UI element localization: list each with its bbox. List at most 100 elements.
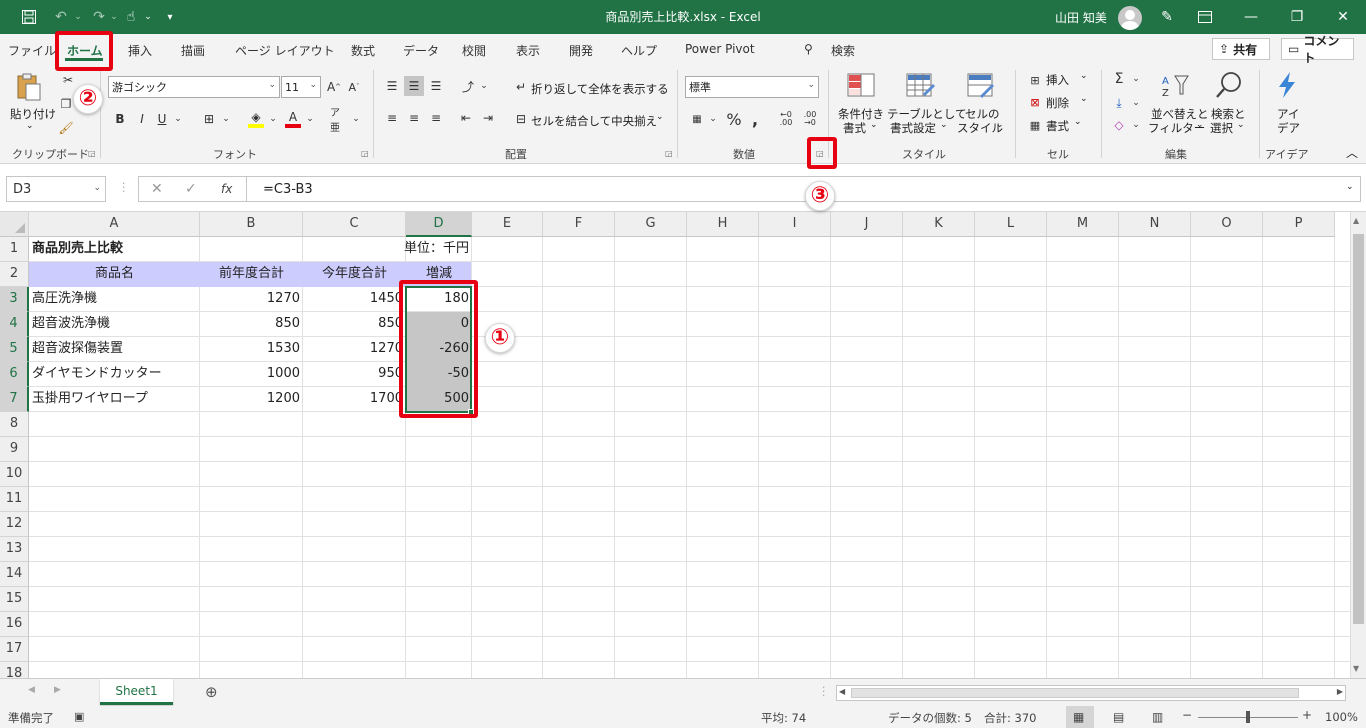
underline-dropdown-icon[interactable]: ⌄ bbox=[172, 110, 184, 128]
column-header-m[interactable]: M bbox=[1047, 212, 1119, 237]
delete-cells-icon[interactable]: ⊠ bbox=[1026, 94, 1044, 110]
close-icon[interactable]: ✕ bbox=[1320, 0, 1366, 34]
column-header-h[interactable]: H bbox=[687, 212, 759, 237]
cell-c3[interactable]: 1450 bbox=[303, 287, 406, 312]
cell-a6[interactable]: ダイヤモンドカッター bbox=[29, 362, 200, 387]
zoom-out-icon[interactable]: − bbox=[1182, 708, 1192, 722]
column-header-d[interactable]: D bbox=[406, 212, 472, 237]
font-color-icon[interactable]: A bbox=[283, 108, 303, 130]
cell-a3[interactable]: 高圧洗浄機 bbox=[29, 287, 200, 312]
insert-function-icon[interactable]: fx bbox=[221, 182, 232, 196]
italic-icon[interactable]: I bbox=[134, 110, 150, 128]
align-top-icon[interactable]: ☰ bbox=[382, 76, 402, 96]
pen-icon[interactable]: ✎ bbox=[1156, 6, 1178, 28]
tab-file[interactable]: ファイル bbox=[8, 42, 56, 59]
format-as-table-dropdown-icon[interactable]: ⌄ bbox=[940, 120, 948, 130]
column-header-o[interactable]: O bbox=[1191, 212, 1263, 237]
conditional-formatting-icon[interactable] bbox=[846, 72, 876, 100]
cell-b3[interactable]: 1270 bbox=[200, 287, 303, 312]
conditional-formatting-label-2[interactable]: 書式 bbox=[843, 120, 866, 136]
column-header-g[interactable]: G bbox=[615, 212, 687, 237]
row-header-13[interactable]: 13 bbox=[0, 537, 29, 562]
tab-help[interactable]: ヘルプ bbox=[621, 42, 657, 59]
tab-view[interactable]: 表示 bbox=[516, 42, 540, 59]
format-as-table-label-2[interactable]: 書式設定 bbox=[890, 120, 936, 136]
tab-insert[interactable]: 挿入 bbox=[128, 42, 152, 59]
column-header-f[interactable]: F bbox=[543, 212, 615, 237]
format-painter-icon[interactable]: 🖌 bbox=[58, 120, 74, 136]
fill-dropdown-icon[interactable]: ⌄ bbox=[1130, 94, 1142, 112]
borders-icon[interactable]: ⊞ bbox=[200, 110, 218, 128]
align-middle-icon[interactable]: ☰ bbox=[404, 76, 424, 96]
minimize-icon[interactable]: — bbox=[1228, 0, 1274, 34]
cell-c5[interactable]: 1270 bbox=[303, 337, 406, 362]
font-shrink-icon[interactable]: Aˇ bbox=[346, 78, 362, 96]
font-name-dropdown[interactable]: 游ゴシック ⌄ bbox=[108, 76, 280, 98]
row-header-17[interactable]: 17 bbox=[0, 637, 29, 662]
row-header-16[interactable]: 16 bbox=[0, 612, 29, 637]
next-sheet-icon[interactable]: ▶ bbox=[54, 685, 61, 695]
cell-b2[interactable]: 前年度合計 bbox=[200, 262, 303, 287]
tab-data[interactable]: データ bbox=[403, 42, 439, 59]
align-left-icon[interactable]: ≡ bbox=[382, 108, 402, 128]
tab-power-pivot[interactable]: Power Pivot bbox=[685, 42, 755, 56]
phonetic-icon[interactable]: ア亜 bbox=[330, 108, 348, 134]
delete-dropdown-icon[interactable]: ⌄ bbox=[1080, 94, 1088, 104]
cell-styles-dropdown-icon[interactable]: ⌄ bbox=[996, 120, 1004, 130]
row-header-11[interactable]: 11 bbox=[0, 487, 29, 512]
font-grow-icon[interactable]: A ^ bbox=[326, 78, 342, 96]
paste-label[interactable]: 貼り付け bbox=[10, 106, 56, 122]
column-header-l[interactable]: L bbox=[975, 212, 1047, 237]
underline-icon[interactable]: U bbox=[154, 110, 170, 128]
cell-c7[interactable]: 1700 bbox=[303, 387, 406, 412]
macro-record-icon[interactable]: ▣ bbox=[74, 710, 84, 723]
fill-dropdown-icon[interactable]: ⌄ bbox=[267, 110, 279, 128]
cell-a7[interactable]: 玉掛用ワイヤロープ bbox=[29, 387, 200, 412]
merge-center-button[interactable]: セルを結合して中央揃え bbox=[531, 113, 657, 129]
row-header-14[interactable]: 14 bbox=[0, 562, 29, 587]
sheet-tab-sheet1[interactable]: Sheet1 bbox=[100, 679, 173, 705]
format-as-table-icon[interactable] bbox=[905, 72, 935, 100]
cell-c4[interactable]: 850 bbox=[303, 312, 406, 337]
name-box[interactable]: D3 ⌄ bbox=[6, 176, 106, 202]
cell-b4[interactable]: 850 bbox=[200, 312, 303, 337]
cell-b5[interactable]: 1530 bbox=[200, 337, 303, 362]
column-header-a[interactable]: A bbox=[29, 212, 200, 237]
vertical-scroll-thumb[interactable] bbox=[1353, 234, 1364, 624]
zoom-level[interactable]: 100% bbox=[1325, 710, 1358, 724]
ribbon-display-icon[interactable] bbox=[1194, 6, 1216, 28]
scroll-down-icon[interactable]: ▼ bbox=[1353, 664, 1359, 673]
row-header-15[interactable]: 15 bbox=[0, 587, 29, 612]
bold-icon[interactable]: B bbox=[112, 110, 128, 128]
scroll-right-icon[interactable]: ▶ bbox=[1337, 687, 1343, 696]
find-select-label-2[interactable]: 選択 bbox=[1210, 120, 1233, 136]
column-header-b[interactable]: B bbox=[200, 212, 303, 237]
row-header-3[interactable]: 3 bbox=[0, 287, 29, 312]
cell-a2[interactable]: 商品名 bbox=[29, 262, 200, 287]
tab-review[interactable]: 校閲 bbox=[462, 42, 486, 59]
align-right-icon[interactable]: ≡ bbox=[426, 108, 446, 128]
font-color-dropdown-icon[interactable]: ⌄ bbox=[304, 110, 316, 128]
row-header-4[interactable]: 4 bbox=[0, 312, 29, 337]
cell-c6[interactable]: 950 bbox=[303, 362, 406, 387]
search-icon[interactable]: ⚲ bbox=[804, 42, 813, 56]
row-header-1[interactable]: 1 bbox=[0, 237, 29, 262]
zoom-slider-thumb[interactable] bbox=[1246, 711, 1250, 723]
insert-cells-button[interactable]: 挿入 bbox=[1046, 72, 1069, 88]
accounting-format-icon[interactable]: ▦ bbox=[688, 110, 706, 128]
normal-view-icon[interactable]: ▦ bbox=[1073, 710, 1084, 724]
fill-color-icon[interactable]: ◈ bbox=[246, 108, 266, 130]
sort-filter-icon[interactable]: AZ bbox=[1160, 72, 1190, 100]
align-bottom-icon[interactable]: ☰ bbox=[426, 76, 446, 96]
paste-icon[interactable] bbox=[14, 72, 44, 101]
scroll-left-icon[interactable]: ◀ bbox=[839, 687, 845, 696]
tab-page-layout[interactable]: ページ レイアウト bbox=[235, 42, 335, 59]
collapse-ribbon-icon[interactable]: ︿ bbox=[1346, 144, 1358, 161]
delete-cells-button[interactable]: 削除 bbox=[1046, 95, 1069, 111]
row-header-12[interactable]: 12 bbox=[0, 512, 29, 537]
column-header-n[interactable]: N bbox=[1119, 212, 1191, 237]
align-center-icon[interactable]: ≡ bbox=[404, 108, 424, 128]
enter-icon[interactable]: ✓ bbox=[185, 181, 197, 197]
tab-split-handle-icon[interactable]: ⋮ bbox=[818, 684, 830, 698]
borders-dropdown-icon[interactable]: ⌄ bbox=[220, 110, 232, 128]
